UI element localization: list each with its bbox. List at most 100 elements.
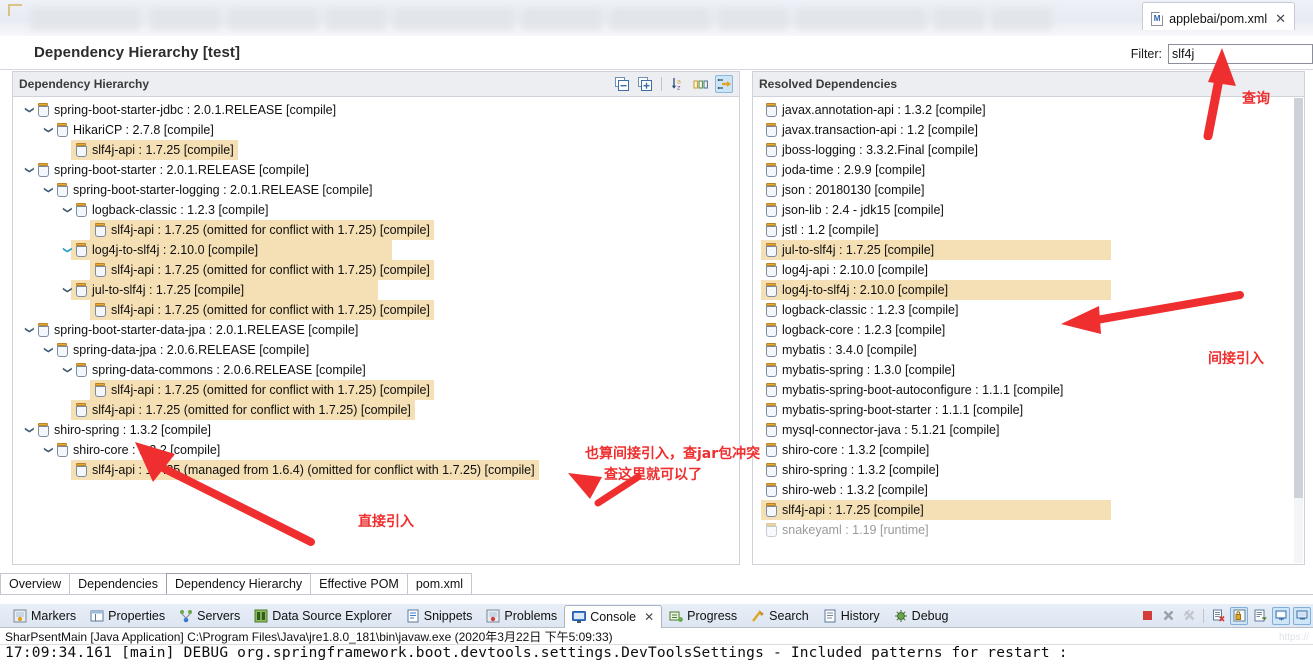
pom-editor-tab-effective-pom[interactable]: Effective POM [310, 573, 408, 594]
remove-launch-icon[interactable] [1159, 607, 1177, 625]
list-item[interactable]: log4j-to-slf4j : 2.10.0 [compile] [753, 280, 1304, 300]
jar-icon [94, 383, 106, 397]
list-item-label: javax.annotation-api : 1.3.2 [compile] [782, 103, 986, 117]
jar-icon [765, 343, 777, 357]
view-tab-history[interactable]: History [816, 605, 887, 627]
tree-row[interactable]: ❯ HikariCP : 2.7.8 [compile] [13, 120, 739, 140]
tree-row[interactable]: ❯ spring-boot-starter-jdbc : 2.0.1.RELEAS… [13, 100, 739, 120]
tree-row[interactable]: ❯ log4j-to-slf4j : 2.10.0 [compile] [13, 240, 739, 260]
list-item[interactable]: joda-time : 2.9.9 [compile] [753, 160, 1304, 180]
tree-row[interactable]: slf4j-api : 1.7.25 (omitted for conflict… [13, 380, 739, 400]
jar-icon [75, 243, 87, 257]
tree-row[interactable]: slf4j-api : 1.7.25 (omitted for conflict… [13, 300, 739, 320]
pom-editor-tab-dependency-hierarchy[interactable]: Dependency Hierarchy [166, 573, 312, 594]
list-item[interactable]: log4j-api : 2.10.0 [compile] [753, 260, 1304, 280]
list-item[interactable]: shiro-web : 1.3.2 [compile] [753, 480, 1304, 500]
editor-tab-label: applebai/pom.xml [1169, 11, 1268, 26]
view-tab-servers[interactable]: Servers [172, 605, 247, 627]
view-tab-markers[interactable]: Markers [6, 605, 83, 627]
list-item[interactable]: shiro-spring : 1.3.2 [compile] [753, 460, 1304, 480]
list-item[interactable]: mybatis-spring-boot-starter : 1.1.1 [com… [753, 400, 1304, 420]
history-icon [823, 609, 837, 623]
resolved-dependencies-scrollbar[interactable] [1294, 98, 1303, 563]
pom-editor-tab-pom-xml[interactable]: pom.xml [406, 573, 473, 594]
list-item[interactable]: jstl : 1.2 [compile] [753, 220, 1304, 240]
layout-toggle-icon[interactable] [715, 75, 733, 93]
view-tab-data-source-explorer[interactable]: Data Source Explorer [247, 605, 399, 627]
jar-icon [765, 223, 777, 237]
view-tab-problems[interactable]: Problems [479, 605, 564, 627]
show-groupid-icon[interactable] [692, 75, 710, 93]
tree-row[interactable]: slf4j-api : 1.7.25 [compile] [13, 140, 739, 160]
tree-row[interactable]: slf4j-api : 1.7.25 (omitted for conflict… [13, 400, 739, 420]
word-wrap-icon[interactable] [1251, 607, 1269, 625]
list-item[interactable]: logback-classic : 1.2.3 [compile] [753, 300, 1304, 320]
pom-editor-tab-dependencies[interactable]: Dependencies [69, 573, 168, 594]
tree-row[interactable]: ❯ spring-boot-starter-data-jpa : 2.0.1.RE… [13, 320, 739, 340]
jar-icon [765, 123, 777, 137]
list-item[interactable]: jboss-logging : 3.3.2.Final [compile] [753, 140, 1304, 160]
expand-all-icon[interactable] [636, 75, 654, 93]
pom-editor-tab-label: Effective POM [319, 577, 399, 591]
resolved-dependencies-list[interactable]: javax.annotation-api : 1.3.2 [compile] ja… [753, 97, 1304, 564]
view-tab-console[interactable]: Console ✕ [564, 604, 663, 628]
tree-row-label: slf4j-api : 1.7.25 (managed from 1.6.4) … [92, 463, 535, 477]
pom-editor-tab-overview[interactable]: Overview [0, 573, 71, 594]
jar-icon [765, 103, 777, 117]
dependency-hierarchy-tree[interactable]: ❯ spring-boot-starter-jdbc : 2.0.1.RELEAS… [13, 97, 739, 564]
console-output[interactable]: 17:09:34.161 [main] DEBUG org.springfram… [0, 645, 1313, 665]
editor-tab-pom-xml[interactable]: applebai/pom.xml ✕ [1142, 2, 1295, 30]
tree-row[interactable]: ❯ logback-classic : 1.2.3 [compile] [13, 200, 739, 220]
list-item[interactable]: snakeyaml : 1.19 [runtime] [753, 520, 1304, 540]
pin-console-icon[interactable] [1272, 606, 1290, 625]
list-item[interactable]: mybatis-spring-boot-autoconfigure : 1.1.… [753, 380, 1304, 400]
list-item[interactable]: javax.transaction-api : 1.2 [compile] [753, 120, 1304, 140]
tree-row[interactable]: ❯ spring-data-commons : 2.0.6.RELEASE [co… [13, 360, 739, 380]
collapse-all-icon[interactable] [613, 75, 631, 93]
list-item[interactable]: json : 20180130 [compile] [753, 180, 1304, 200]
tree-row[interactable]: ❯ jul-to-slf4j : 1.7.25 [compile] [13, 280, 739, 300]
tree-row[interactable]: ❯ spring-boot-starter : 2.0.1.RELEASE [co… [13, 160, 739, 180]
clear-console-icon[interactable] [1209, 607, 1227, 625]
view-tab-progress[interactable]: Progress [662, 605, 744, 627]
jar-icon [765, 403, 777, 417]
terminate-icon[interactable] [1138, 607, 1156, 625]
view-tab-debug[interactable]: Debug [887, 605, 956, 627]
view-tab-label: History [840, 608, 880, 623]
window-corner-marker [8, 4, 22, 16]
pom-editor-tab-label: pom.xml [415, 577, 464, 591]
tree-row[interactable]: slf4j-api : 1.7.25 (omitted for conflict… [13, 260, 739, 280]
tree-row[interactable]: ❯ shiro-spring : 1.3.2 [compile] [13, 420, 739, 440]
search-icon [751, 609, 765, 623]
remove-all-terminated-icon[interactable] [1180, 607, 1198, 625]
close-icon[interactable]: ✕ [644, 610, 654, 624]
view-tab-snippets[interactable]: Snippets [399, 605, 480, 627]
sort-alphabetically-icon[interactable]: a z [669, 75, 687, 93]
tree-row[interactable]: slf4j-api : 1.7.25 (omitted for conflict… [13, 220, 739, 240]
list-item[interactable]: javax.annotation-api : 1.3.2 [compile] [753, 100, 1304, 120]
view-tab-search[interactable]: Search [744, 605, 816, 627]
problems-icon [486, 609, 500, 623]
list-item[interactable]: jul-to-slf4j : 1.7.25 [compile] [753, 240, 1304, 260]
list-item[interactable]: json-lib : 2.4 - jdk15 [compile] [753, 200, 1304, 220]
tree-row-label: slf4j-api : 1.7.25 (omitted for conflict… [111, 383, 430, 397]
list-item[interactable]: shiro-core : 1.3.2 [compile] [753, 440, 1304, 460]
display-selected-console-icon[interactable] [1293, 606, 1311, 625]
tree-row[interactable]: ❯ spring-data-jpa : 2.0.6.RELEASE [compil… [13, 340, 739, 360]
tree-row-label: spring-data-commons : 2.0.6.RELEASE [com… [92, 363, 366, 377]
jar-icon [765, 483, 777, 497]
close-icon[interactable]: ✕ [1275, 12, 1286, 25]
list-item-label: snakeyaml : 1.19 [runtime] [782, 523, 929, 537]
filter-input[interactable] [1168, 44, 1313, 64]
scroll-lock-icon[interactable] [1230, 606, 1248, 625]
tree-row-label: HikariCP : 2.7.8 [compile] [73, 123, 214, 137]
list-item[interactable]: mysql-connector-java : 5.1.21 [compile] [753, 420, 1304, 440]
tree-row-label: slf4j-api : 1.7.25 (omitted for conflict… [111, 263, 430, 277]
tree-row[interactable]: ❯ spring-boot-starter-logging : 2.0.1.REL… [13, 180, 739, 200]
list-item[interactable]: slf4j-api : 1.7.25 [compile] [753, 500, 1304, 520]
list-item[interactable]: logback-core : 1.2.3 [compile] [753, 320, 1304, 340]
list-item-label: log4j-api : 2.10.0 [compile] [782, 263, 928, 277]
view-tab-label: Problems [504, 608, 558, 623]
view-tab-properties[interactable]: Properties [83, 605, 172, 627]
tree-row-label: shiro-spring : 1.3.2 [compile] [54, 423, 212, 437]
